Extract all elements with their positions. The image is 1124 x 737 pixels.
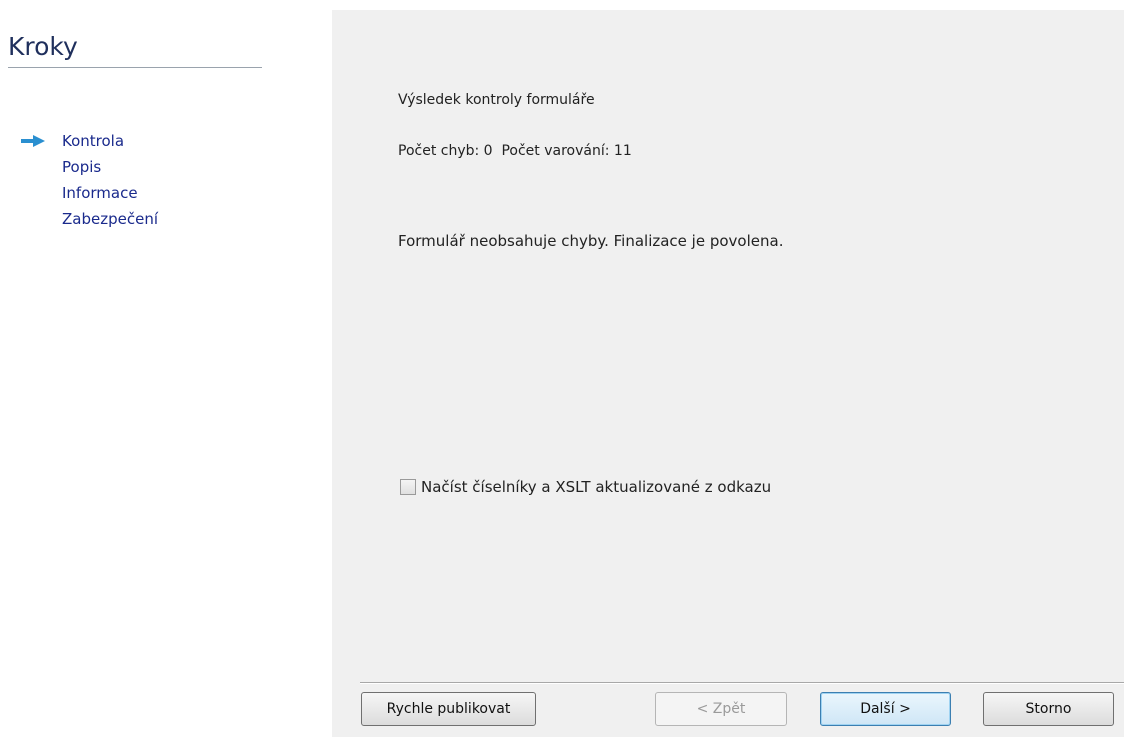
load-codelists-checkbox[interactable] <box>400 479 416 495</box>
step-item-kontrola[interactable]: Kontrola <box>0 128 158 154</box>
wizard-window: Kroky Kontrola Popis Informace Zabezpeče… <box>0 0 1124 737</box>
footer-divider-highlight <box>360 683 1124 684</box>
sidebar-divider <box>8 67 262 68</box>
arrow-right-icon <box>21 135 45 147</box>
step-item-informace[interactable]: Informace <box>0 180 158 206</box>
load-codelists-option[interactable]: Načíst číselníky a XSLT aktualizované z … <box>400 478 771 496</box>
step-label: Informace <box>62 184 138 202</box>
back-button[interactable]: < Zpět <box>655 692 787 726</box>
error-warning-counts: Počet chyb: 0 Počet varování: 11 <box>398 143 632 159</box>
step-label: Zabezpečení <box>62 210 158 228</box>
quick-publish-button[interactable]: Rychle publikovat <box>361 692 536 726</box>
steps-sidebar: Kroky Kontrola Popis Informace Zabezpeče… <box>0 0 332 737</box>
next-button[interactable]: Další > <box>820 692 951 726</box>
step-item-zabezpeceni[interactable]: Zabezpečení <box>0 206 158 232</box>
step-item-popis[interactable]: Popis <box>0 154 158 180</box>
step-label: Popis <box>62 158 102 176</box>
step-label: Kontrola <box>62 132 125 150</box>
checkbox-label: Načíst číselníky a XSLT aktualizované z … <box>421 478 772 496</box>
cancel-button[interactable]: Storno <box>983 692 1114 726</box>
content-panel: Výsledek kontroly formuláře Počet chyb: … <box>332 10 1124 737</box>
steps-list: Kontrola Popis Informace Zabezpečení <box>0 128 158 232</box>
sidebar-title: Kroky <box>8 32 78 61</box>
status-message: Formulář neobsahuje chyby. Finalizace je… <box>398 232 784 250</box>
result-heading: Výsledek kontroly formuláře <box>398 92 595 108</box>
